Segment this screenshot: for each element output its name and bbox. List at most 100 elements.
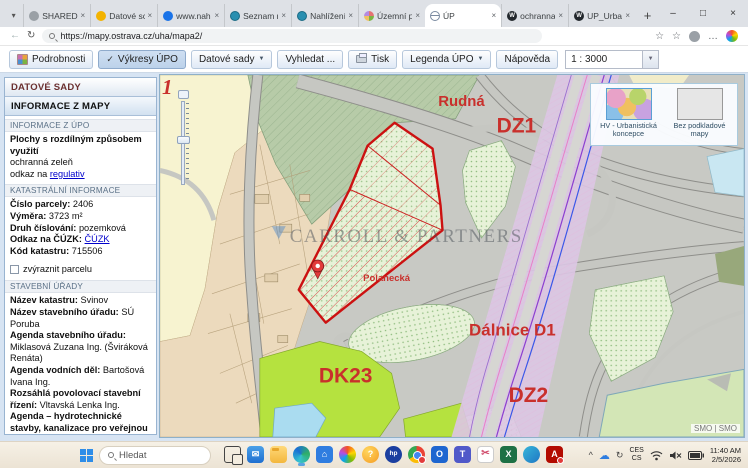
new-tab-button[interactable]: + (639, 5, 656, 25)
hp-app-icon[interactable]: hp (385, 446, 402, 463)
cuzk-link[interactable]: ČÚZK (85, 234, 110, 244)
site-info-icon[interactable] (49, 33, 55, 39)
accordion-datove-sady[interactable]: DATOVÉ SADY (5, 78, 156, 97)
basemap-option-blank[interactable]: Bez podkladové mapy (664, 88, 735, 143)
task-view-icon[interactable] (224, 446, 241, 463)
basemap-label-hv: HV - Urbanistická koncepce (593, 122, 664, 139)
close-tab-icon[interactable]: × (558, 11, 563, 20)
taskbar-clock[interactable]: 11:40 AM 2/5/2026 (710, 446, 741, 464)
upo-info: Plochy s rozdílným způsobem využití ochr… (5, 134, 156, 180)
tab-search-icon[interactable]: ▾ (6, 6, 21, 24)
scale-dropdown-icon[interactable]: ▼ (643, 50, 659, 69)
copilot-icon[interactable] (726, 30, 738, 42)
maximize-button[interactable]: □ (688, 0, 718, 27)
katastr-info: Číslo parcely: 2406 Výměra: 3723 m² Druh… (5, 199, 156, 257)
close-tab-icon[interactable]: × (81, 11, 86, 20)
address-input[interactable]: https://mapy.ostrava.cz/uha/mapa2/ (42, 29, 542, 43)
close-tab-icon[interactable]: × (281, 11, 286, 20)
tab-uzemni-plan[interactable]: Územní plán × (358, 4, 425, 27)
start-button[interactable] (80, 449, 93, 462)
napoveda-button[interactable]: Nápověda (496, 50, 558, 69)
label-dz1: DZ1 (497, 115, 537, 138)
edge-browser-icon[interactable] (293, 446, 310, 463)
tray-expand-icon[interactable]: ^ (589, 450, 593, 460)
language-indicator[interactable]: CES CS (629, 447, 643, 463)
podrobnosti-button[interactable]: Podrobnosti (9, 50, 93, 69)
label-dalnice-d1: Dálnice D1 (469, 321, 556, 340)
snipping-tool-icon[interactable]: ✂ (477, 446, 494, 463)
profile-avatar[interactable] (689, 31, 700, 42)
accordion-informace-z-mapy[interactable]: INFORMACE Z MAPY (5, 97, 156, 116)
label-dk23: DK23 (319, 364, 373, 387)
file-explorer-icon[interactable] (270, 446, 287, 463)
collections-icon[interactable]: ☆ (672, 31, 681, 42)
close-tab-icon[interactable]: × (148, 11, 153, 20)
chrome-icon[interactable] (408, 446, 425, 463)
system-tray: ^ ☁ ↻ CES CS 11:40 AM 2/5/2026 (589, 446, 748, 464)
regulativ-link[interactable]: regulativ (50, 169, 85, 179)
section-stavebni-urady: STAVEBNÍ ÚŘADY (5, 280, 156, 293)
close-tab-icon[interactable]: × (214, 11, 219, 20)
tab-up-active[interactable]: ÚP × (425, 4, 501, 27)
browser-tab-bar: ▾ SHARED LIST × Datové schrá × www.nahli… (0, 0, 748, 27)
tab-up-urbanismus[interactable]: W UP_Urbanism × (568, 4, 635, 27)
zoom-slider-top-button[interactable] (178, 90, 189, 99)
volume-muted-icon[interactable] (669, 450, 682, 461)
acrobat-icon[interactable]: A (546, 446, 563, 463)
battery-icon[interactable] (688, 451, 704, 460)
microsoft-store-icon[interactable]: ⌂ (316, 446, 333, 463)
onedrive-icon[interactable]: ☁ (599, 449, 610, 462)
stavebni-info: Název katastru: Svinov Název stavebního … (5, 295, 156, 434)
scale-combobox[interactable]: 1 : 3000 ▼ (565, 50, 659, 69)
close-tab-icon[interactable]: × (348, 11, 353, 20)
basemap-thumbnail-hv[interactable] (606, 88, 652, 120)
help-icon[interactable]: ? (362, 446, 379, 463)
tab-ochranna-zelen[interactable]: W ochranna_zel × (501, 4, 568, 27)
site-favicon (364, 11, 374, 21)
tab-seznam-nemovitosti[interactable]: Seznam nem × (224, 4, 291, 27)
taskbar-search[interactable]: Hledat (99, 446, 211, 465)
chevron-down-icon: ▼ (259, 56, 265, 62)
vykresy-upo-button[interactable]: ✓ Výkresy ÚPO (98, 50, 186, 69)
close-tab-icon[interactable]: × (625, 11, 630, 20)
basemap-thumbnail-blank[interactable] (677, 88, 723, 120)
scale-value[interactable]: 1 : 3000 (565, 50, 643, 69)
label-polanecka: Polanecká (363, 273, 411, 284)
minimize-button[interactable]: – (658, 0, 688, 27)
svg-text:CARROLL & PARTNERS: CARROLL & PARTNERS (290, 226, 523, 247)
browser-actions: ☆ ☆ … (655, 30, 738, 42)
legenda-upo-button[interactable]: Legenda ÚPO ▼ (402, 50, 491, 69)
close-tab-icon[interactable]: × (415, 11, 420, 20)
url-bar: ← ↻ https://mapy.ostrava.cz/uha/mapa2/ ☆… (0, 27, 748, 46)
refresh-icon[interactable]: ↻ (27, 31, 35, 41)
favorite-icon[interactable]: ☆ (655, 31, 664, 42)
globe-favicon (430, 11, 440, 21)
zoom-slider-thumb[interactable] (177, 136, 190, 144)
copilot-taskbar-icon[interactable] (339, 446, 356, 463)
basemap-switcher: HV - Urbanistická koncepce Bez podkladov… (590, 83, 738, 146)
sync-icon[interactable]: ↻ (616, 450, 624, 461)
outlook-icon[interactable]: O (431, 446, 448, 463)
tisk-button[interactable]: Tisk (348, 50, 397, 69)
wifi-icon[interactable] (650, 450, 663, 461)
zoom-slider[interactable] (177, 90, 191, 190)
label-dz2: DZ2 (509, 384, 549, 407)
tab-datove-schranky[interactable]: Datové schrá × (90, 4, 157, 27)
map-viewport[interactable]: CARROLL & PARTNERS Rudná DZ1 Dálnice D1 … (159, 74, 745, 438)
vyhledat-button[interactable]: Vyhledat ... (277, 50, 343, 69)
chevron-down-icon: ▼ (478, 56, 484, 62)
excel-icon[interactable]: X (500, 446, 517, 463)
tab-nahlizeni-do[interactable]: Nahlížení do × (291, 4, 358, 27)
close-window-button[interactable]: × (718, 0, 748, 27)
tab-shared-list[interactable]: SHARED LIST × (23, 4, 90, 27)
close-tab-icon[interactable]: × (491, 11, 496, 20)
teams-icon[interactable]: T (454, 446, 471, 463)
datove-sady-button[interactable]: Datové sady ▼ (191, 50, 273, 69)
menu-icon[interactable]: … (708, 31, 718, 42)
back-icon[interactable]: ← (10, 31, 20, 41)
highlight-parcel-checkbox[interactable] (10, 265, 19, 274)
tab-nahlizeni[interactable]: www.nahlizen × (157, 4, 224, 27)
mail-icon[interactable]: ✉ (247, 446, 264, 463)
basemap-option-hv[interactable]: HV - Urbanistická koncepce (593, 88, 664, 143)
globe-app-icon[interactable] (523, 446, 540, 463)
